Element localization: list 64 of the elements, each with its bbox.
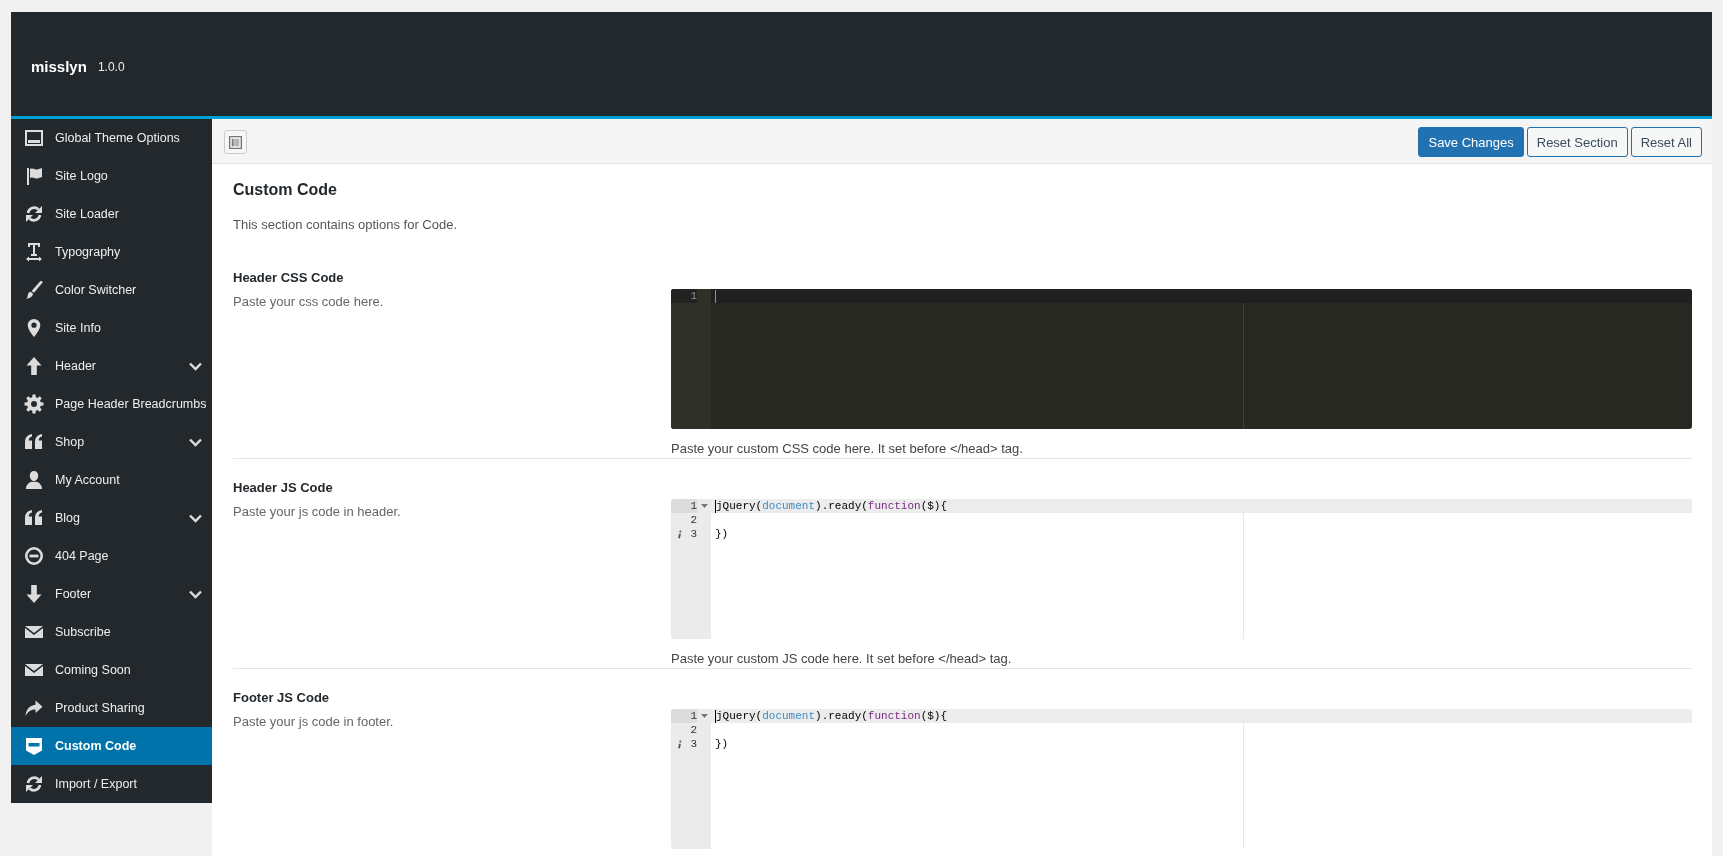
code-editor[interactable]: 1 2 3 jQuery(document).ready(function($){ }) <box>671 709 1692 849</box>
badge-icon <box>24 736 44 756</box>
text-width-icon <box>24 242 44 262</box>
sidebar-item[interactable]: Footer <box>11 575 212 613</box>
code-editor[interactable]: 1 2 3 jQuery(document).ready(function($){ }) <box>671 499 1692 639</box>
action-button[interactable]: Reset All <box>1630 127 1702 157</box>
sidebar-item[interactable]: Subscribe <box>11 613 212 651</box>
share-arrow-icon <box>24 698 44 718</box>
line-number: 1 <box>671 709 697 723</box>
window-icon <box>24 128 44 148</box>
line-number: 3 <box>690 527 697 541</box>
version-label: 1.0.0 <box>97 60 125 74</box>
sidebar-item[interactable]: Header <box>11 347 212 385</box>
field-title: Header CSS Code <box>233 269 345 287</box>
field-description: Paste your custom CSS code here. It set before </head> tag. <box>671 440 1024 458</box>
refresh-icon <box>24 774 44 794</box>
gear-icon <box>24 394 44 414</box>
sidebar-item[interactable]: Product Sharing <box>11 689 212 727</box>
sidebar-item[interactable]: Page Header Breadcrumbs <box>11 385 212 423</box>
action-button[interactable]: Reset Section <box>1526 127 1628 157</box>
arrow-down-icon <box>24 584 44 604</box>
code-line: jQuery(document).ready(function($){ <box>716 709 948 723</box>
sidebar-item[interactable]: Color Switcher <box>11 271 212 309</box>
quote-icon <box>24 508 44 528</box>
layout-toggle-button[interactable] <box>224 130 247 154</box>
sidebar-item[interactable]: Import / Export <box>11 765 212 803</box>
field-title: Header JS Code <box>233 479 334 497</box>
field-hint: Paste your js code in header. <box>233 503 402 521</box>
code-editor[interactable]: 1 <box>671 289 1692 429</box>
field-hint: Paste your css code here. <box>233 293 385 311</box>
flag-icon <box>24 166 44 186</box>
line-number: 2 <box>690 723 697 737</box>
line-number: 2 <box>690 513 697 527</box>
refresh-icon <box>24 204 44 224</box>
field-hint: Paste your js code in footer. <box>233 713 395 731</box>
field-description: Paste your custom JS code here. It set before </head> tag. <box>671 650 1013 668</box>
brush-icon <box>24 280 44 300</box>
sidebar-item[interactable]: Site Logo <box>11 157 212 195</box>
section-description: This section contains options for Code. <box>233 216 458 234</box>
code-line: }) <box>715 737 729 751</box>
layout-icon <box>228 134 243 150</box>
line-number: 3 <box>690 737 697 751</box>
arrow-up-icon <box>24 356 44 376</box>
sidebar-item[interactable]: Site Loader <box>11 195 212 233</box>
sidebar-item[interactable]: Global Theme Options <box>11 119 212 157</box>
section-title: Custom Code <box>233 180 338 200</box>
line-number: 1 <box>671 289 697 303</box>
sidebar-item[interactable]: My Account <box>11 461 212 499</box>
line-number: 1 <box>671 499 697 513</box>
sidebar-item[interactable]: Coming Soon <box>11 651 212 689</box>
sidebar-item[interactable]: Site Info <box>11 309 212 347</box>
code-line: }) <box>715 527 729 541</box>
quote-icon <box>24 432 44 452</box>
app-title: misslyn <box>31 57 87 75</box>
sidebar-item[interactable]: Custom Code <box>11 727 212 765</box>
field-title: Footer JS Code <box>233 689 331 707</box>
sidebar-item[interactable]: 404 Page <box>11 537 212 575</box>
minus-circle-icon <box>24 546 44 566</box>
user-icon <box>24 470 44 490</box>
code-line: jQuery(document).ready(function($){ <box>716 499 948 513</box>
sidebar-item[interactable]: Blog <box>11 499 212 537</box>
sidebar-item[interactable]: Typography <box>11 233 212 271</box>
action-button[interactable]: Save Changes <box>1418 127 1524 157</box>
sidebar-item[interactable]: Shop <box>11 423 212 461</box>
